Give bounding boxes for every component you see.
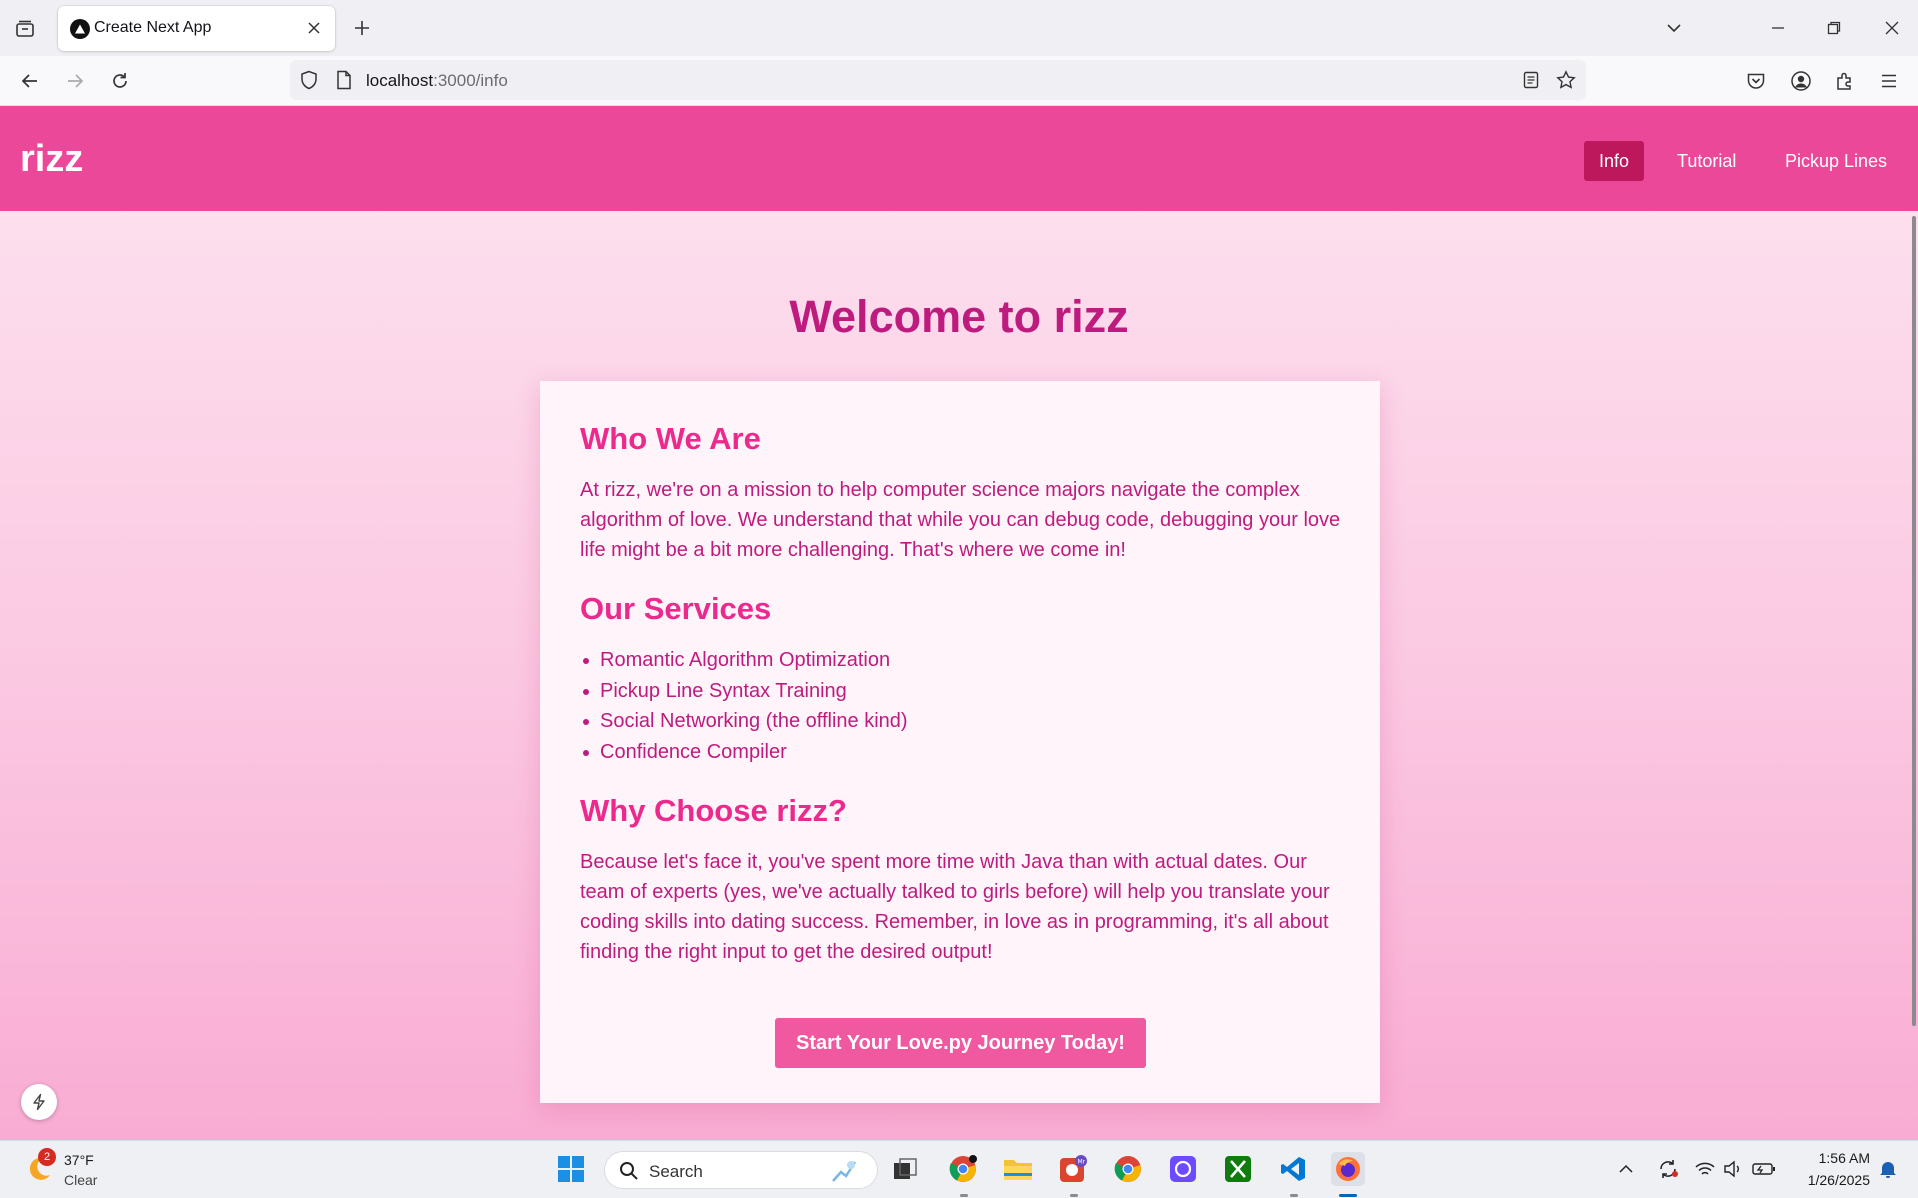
minimize-icon[interactable] xyxy=(1762,12,1794,44)
notification-bell-icon[interactable] xyxy=(1878,1159,1898,1179)
weather-notification-badge: 2 xyxy=(38,1148,56,1166)
menu-hamburger-icon[interactable] xyxy=(1874,66,1904,96)
running-indicator xyxy=(1070,1194,1078,1197)
windows-start-icon[interactable] xyxy=(554,1152,588,1186)
weather-temperature[interactable]: 37°F xyxy=(64,1152,94,1168)
site-logo[interactable]: rizz xyxy=(20,138,83,181)
taskbar-search[interactable]: Search xyxy=(604,1151,878,1189)
our-services-heading: Our Services xyxy=(580,591,772,626)
site-header: rizz Info Tutorial Pickup Lines xyxy=(0,106,1918,211)
proton-icon[interactable] xyxy=(1166,1152,1200,1186)
list-item: Social Networking (the offline kind) xyxy=(583,706,908,737)
forward-icon[interactable] xyxy=(60,66,90,96)
xbox-icon[interactable] xyxy=(1221,1152,1255,1186)
browser-tab-strip: Create Next App xyxy=(0,0,1918,56)
nextjs-dev-indicator-icon[interactable] xyxy=(21,1084,57,1120)
new-tab-icon[interactable] xyxy=(348,14,376,42)
wifi-icon[interactable] xyxy=(1695,1159,1715,1179)
start-journey-button[interactable]: Start Your Love.py Journey Today! xyxy=(775,1018,1146,1068)
search-icon xyxy=(619,1161,639,1186)
nav-link-info[interactable]: Info xyxy=(1584,141,1645,181)
chrome-icon[interactable] xyxy=(946,1152,980,1186)
account-icon[interactable] xyxy=(1786,66,1816,96)
bookmark-star-icon[interactable] xyxy=(1554,68,1578,92)
url-host: localhost xyxy=(366,71,434,90)
search-label: Search xyxy=(649,1162,703,1181)
url-text[interactable]: localhost:3000/info xyxy=(366,71,508,91)
clock-date[interactable]: 1/26/2025 xyxy=(1786,1172,1870,1188)
why-choose-text: Because let's face it, you've spent more… xyxy=(580,851,1330,963)
who-we-are-text: At rizz, we're on a mission to help comp… xyxy=(580,479,1341,561)
restore-icon[interactable] xyxy=(1818,12,1850,44)
list-all-tabs-chevron-icon[interactable] xyxy=(1658,12,1690,44)
show-hidden-icons-chevron-icon[interactable] xyxy=(1616,1159,1636,1179)
file-explorer-icon[interactable] xyxy=(1001,1152,1035,1186)
reload-icon[interactable] xyxy=(105,66,135,96)
browser-tab[interactable]: Create Next App xyxy=(58,6,335,51)
tab-title: Create Next App xyxy=(94,19,212,36)
search-highlight-icon xyxy=(829,1157,859,1190)
nav-link-tutorial[interactable]: Tutorial xyxy=(1662,141,1751,181)
chrome-profile-icon[interactable] xyxy=(1111,1152,1145,1186)
taskbar: 2 37°F Clear Search Mr 1:56 AM 1/26/2025 xyxy=(0,1140,1918,1198)
vscode-icon[interactable] xyxy=(1276,1152,1310,1186)
page-viewport: rizz Info Tutorial Pickup Lines Welcome … xyxy=(0,106,1918,1140)
nextjs-favicon-icon xyxy=(70,19,90,39)
active-app-indicator xyxy=(1339,1194,1357,1197)
tab-list-icon[interactable] xyxy=(11,15,39,43)
list-item: Pickup Line Syntax Training xyxy=(583,676,908,707)
shield-icon[interactable] xyxy=(297,68,321,92)
close-window-icon[interactable] xyxy=(1876,12,1908,44)
address-bar[interactable]: localhost:3000/info xyxy=(290,60,1586,100)
close-tab-icon[interactable] xyxy=(303,17,325,39)
why-choose-heading: Why Choose rizz? xyxy=(580,793,847,828)
list-item: Confidence Compiler xyxy=(583,737,908,768)
who-we-are-heading: Who We Are xyxy=(580,421,761,456)
browser-toolbar: localhost:3000/info xyxy=(0,56,1918,106)
page-title: Welcome to rizz xyxy=(789,291,1129,342)
firefox-icon[interactable] xyxy=(1331,1152,1365,1186)
svg-text:Mr: Mr xyxy=(1078,1159,1086,1166)
info-card: Who We Are At rizz, we're on a mission t… xyxy=(540,381,1380,1103)
list-item: Romantic Algorithm Optimization xyxy=(583,645,908,676)
app-launcher-icon[interactable]: Mr xyxy=(1056,1152,1090,1186)
battery-icon[interactable] xyxy=(1752,1159,1776,1179)
back-icon[interactable] xyxy=(15,66,45,96)
clock-time[interactable]: 1:56 AM xyxy=(1796,1150,1870,1166)
reader-view-icon[interactable] xyxy=(1519,68,1543,92)
task-view-icon[interactable] xyxy=(888,1152,922,1186)
page-info-icon[interactable] xyxy=(332,68,356,92)
nav-link-pickup-lines[interactable]: Pickup Lines xyxy=(1770,141,1902,181)
weather-condition[interactable]: Clear xyxy=(64,1172,97,1188)
services-list: Romantic Algorithm Optimization Pickup L… xyxy=(583,645,908,768)
running-indicator xyxy=(960,1194,968,1197)
volume-icon[interactable] xyxy=(1723,1159,1743,1179)
sync-icon[interactable] xyxy=(1656,1159,1680,1179)
extensions-icon[interactable] xyxy=(1830,66,1860,96)
scrollbar-thumb[interactable] xyxy=(1912,216,1916,1026)
running-indicator xyxy=(1290,1194,1298,1197)
url-path: :3000/info xyxy=(433,71,508,90)
pocket-icon[interactable] xyxy=(1741,66,1771,96)
